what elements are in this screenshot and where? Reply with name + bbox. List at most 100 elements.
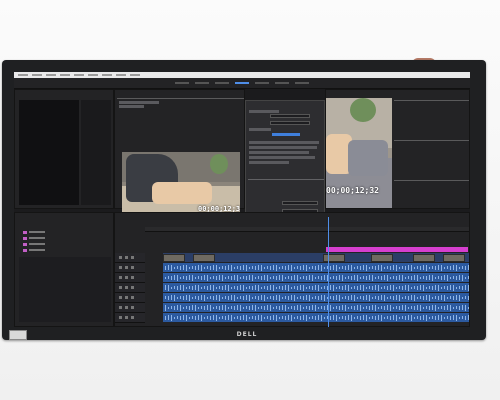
audio-waveform (171, 295, 172, 300)
video-clip-thumbnail[interactable] (193, 254, 215, 262)
work-area-bar[interactable] (326, 247, 468, 252)
track-toggle-icon[interactable] (119, 296, 122, 299)
video-clip-thumbnail[interactable] (443, 254, 465, 262)
folder-icon[interactable] (23, 243, 27, 246)
track-toggle-icon[interactable] (125, 256, 128, 259)
track-toggle-icon[interactable] (119, 256, 122, 259)
menu-item[interactable] (116, 74, 126, 76)
audio-waveform (210, 304, 211, 311)
workspace-tab[interactable] (215, 82, 229, 84)
track-toggle-icon[interactable] (131, 306, 134, 309)
workspace-tab[interactable] (235, 82, 249, 84)
track-header[interactable] (115, 273, 145, 283)
audio-waveform (417, 305, 418, 310)
audio-waveform (414, 266, 415, 269)
track-header[interactable] (115, 313, 145, 323)
audio-waveform (204, 286, 205, 289)
audio-track[interactable] (163, 303, 469, 312)
audio-waveform (234, 275, 235, 280)
audio-waveform (309, 266, 310, 269)
track-toggle-icon[interactable] (131, 276, 134, 279)
workspace-tab[interactable] (275, 82, 289, 84)
timeline-playhead[interactable] (328, 217, 330, 327)
audio-waveform (333, 306, 334, 309)
audio-track[interactable] (163, 313, 469, 322)
track-toggle-icon[interactable] (125, 296, 128, 299)
audio-waveform (297, 266, 298, 269)
audio-waveform (438, 276, 439, 279)
audio-track[interactable] (163, 273, 469, 282)
folder-icon[interactable] (23, 237, 27, 240)
track-toggle-icon[interactable] (131, 256, 134, 259)
audio-waveform (201, 275, 202, 280)
menu-item[interactable] (60, 74, 70, 76)
track-header[interactable] (115, 303, 145, 313)
track-toggle-icon[interactable] (119, 276, 122, 279)
track-toggle-icon[interactable] (125, 316, 128, 319)
menu-item[interactable] (130, 74, 140, 76)
audio-waveform (264, 275, 265, 280)
workspace-tab[interactable] (295, 82, 309, 84)
audio-waveform (378, 295, 379, 300)
audio-waveform (255, 304, 256, 311)
track-toggle-icon[interactable] (125, 266, 128, 269)
audio-waveform (345, 315, 346, 320)
output-name-link[interactable] (272, 133, 300, 136)
video-clip-thumbnail[interactable] (413, 254, 435, 262)
menu-item[interactable] (74, 74, 84, 76)
track-toggle-icon[interactable] (119, 306, 122, 309)
workspace-tab[interactable] (195, 82, 209, 84)
video-clip-thumbnail[interactable] (323, 254, 345, 262)
audio-waveform (240, 276, 241, 279)
track-toggle-icon[interactable] (119, 266, 122, 269)
audio-waveform (420, 276, 421, 279)
menu-item[interactable] (88, 74, 98, 76)
workspace-tab[interactable] (255, 82, 269, 84)
track-header[interactable] (115, 253, 145, 263)
folder-icon[interactable] (23, 231, 27, 234)
track-toggle-icon[interactable] (131, 296, 134, 299)
audio-track[interactable] (163, 263, 469, 272)
video-clip-thumbnail[interactable] (371, 254, 393, 262)
track-toggle-icon[interactable] (125, 306, 128, 309)
audio-waveform (321, 295, 322, 300)
track-toggle-icon[interactable] (131, 316, 134, 319)
audio-waveform (318, 276, 319, 279)
folder-icon[interactable] (23, 249, 27, 252)
audio-waveform (351, 306, 352, 309)
audio-track[interactable] (163, 283, 469, 292)
audio-waveform (393, 265, 394, 270)
audio-waveform (450, 285, 451, 290)
track-toggle-icon[interactable] (125, 276, 128, 279)
audio-waveform (180, 265, 181, 270)
audio-waveform (228, 295, 229, 300)
track-toggle-icon[interactable] (119, 316, 122, 319)
menu-item[interactable] (102, 74, 112, 76)
audio-track[interactable] (163, 293, 469, 302)
track-toggle-icon[interactable] (125, 286, 128, 289)
track-header[interactable] (115, 263, 145, 273)
track-toggle-icon[interactable] (131, 286, 134, 289)
audio-waveform (237, 266, 238, 269)
audio-waveform (366, 286, 367, 289)
video-clip-thumbnail[interactable] (163, 254, 185, 262)
preset-select[interactable] (270, 121, 310, 125)
workspace-tab[interactable] (175, 82, 189, 84)
menu-item[interactable] (46, 74, 56, 76)
audio-waveform (255, 276, 256, 279)
track-header[interactable] (115, 283, 145, 293)
audio-waveform (183, 295, 184, 300)
menu-item[interactable] (18, 74, 28, 76)
audio-waveform (177, 266, 178, 269)
audio-waveform (435, 276, 436, 279)
bitrate-select[interactable] (282, 201, 318, 205)
audio-waveform (282, 316, 283, 319)
video-track[interactable] (163, 253, 469, 262)
format-select[interactable] (270, 114, 310, 118)
track-toggle-icon[interactable] (119, 286, 122, 289)
menu-item[interactable] (32, 74, 42, 76)
audio-waveform (318, 315, 319, 320)
audio-waveform (198, 265, 199, 270)
track-header[interactable] (115, 293, 145, 303)
track-toggle-icon[interactable] (131, 266, 134, 269)
